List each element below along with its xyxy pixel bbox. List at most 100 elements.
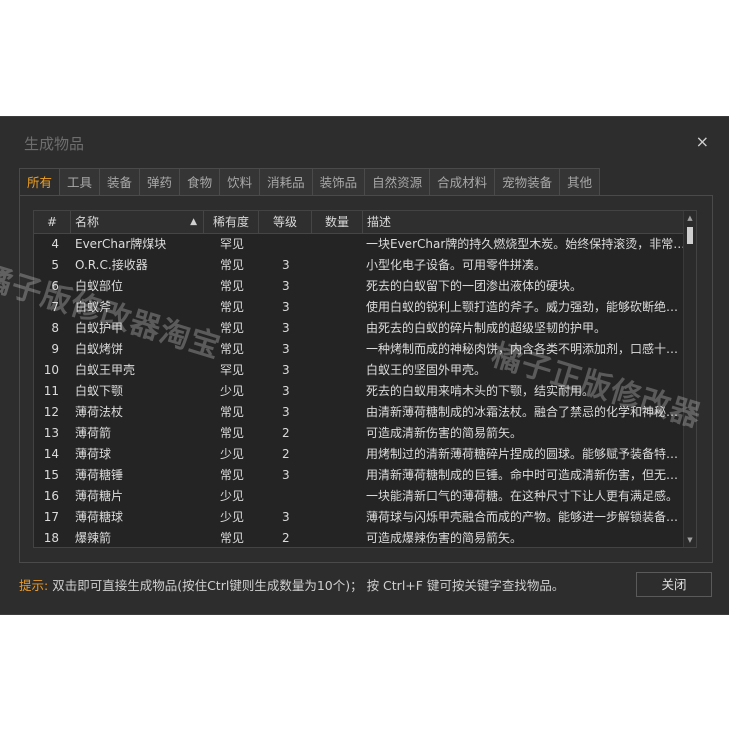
- cell-level: [259, 234, 312, 255]
- tab-11[interactable]: 其他: [559, 168, 601, 195]
- scroll-up-icon[interactable]: ▲: [684, 212, 696, 224]
- table-row[interactable]: 4 EverChar牌煤块 罕见 一块EverChar牌的持久燃烧型木炭。始终保持滚烫…: [34, 234, 696, 255]
- cell-level: 3: [282, 300, 290, 314]
- cell-qty: [312, 297, 363, 318]
- cell-num: 8: [51, 321, 59, 335]
- cell-level: 2: [282, 447, 290, 461]
- header-num[interactable]: #: [34, 211, 71, 233]
- header-level[interactable]: 等级: [259, 211, 312, 233]
- cell-rarity: 常见: [220, 426, 245, 440]
- cell-num: 5: [51, 258, 59, 272]
- cell-qty: [312, 507, 363, 528]
- dialog-title: 生成物品: [24, 135, 85, 153]
- tab-10[interactable]: 宠物装备: [494, 168, 561, 195]
- table-row[interactable]: 7 白蚁斧 常见 3 使用白蚁的锐利上颚打造的斧子。威力强劲，能够砍断绝…: [34, 297, 696, 318]
- vertical-scrollbar[interactable]: ▲ ▼: [683, 211, 696, 547]
- cell-desc: 用烤制过的清新薄荷糖碎片捏成的圆球。能够赋予装备特…: [366, 447, 679, 461]
- cell-qty: [312, 381, 363, 402]
- cell-qty: [312, 234, 363, 255]
- scrollbar-thumb[interactable]: [687, 227, 693, 244]
- cell-num: 11: [43, 384, 59, 398]
- tab-9[interactable]: 合成材料: [429, 168, 496, 195]
- cell-rarity: 少见: [220, 384, 245, 398]
- cell-rarity: 常见: [220, 279, 245, 293]
- cell-rarity: 少见: [220, 510, 245, 524]
- scroll-down-icon[interactable]: ▼: [684, 534, 696, 546]
- cell-rarity: 常见: [220, 468, 245, 482]
- cell-name: 白蚁烤饼: [75, 342, 124, 356]
- cell-qty: [312, 402, 363, 423]
- tab-4[interactable]: 食物: [179, 168, 221, 195]
- cell-desc: 使用白蚁的锐利上颚打造的斧子。威力强劲，能够砍断绝…: [366, 300, 679, 314]
- table-row[interactable]: 9 白蚁烤饼 常见 3 一种烤制而成的神秘肉饼，内含各类不明添加剂，口感十…: [34, 339, 696, 360]
- cell-level: 2: [282, 531, 290, 545]
- cell-rarity: 罕见: [220, 237, 245, 251]
- close-icon[interactable]: ×: [696, 132, 709, 151]
- cell-name: 白蚁斧: [75, 300, 112, 314]
- table-row[interactable]: 14 薄荷球 少见 2 用烤制过的清新薄荷糖碎片捏成的圆球。能够赋予装备特…: [34, 444, 696, 465]
- cell-qty: [312, 444, 363, 465]
- cell-name: 白蚁王甲壳: [75, 363, 136, 377]
- cell-qty: [312, 360, 363, 381]
- cell-qty: [312, 486, 363, 507]
- tab-2[interactable]: 装备: [99, 168, 141, 195]
- cell-level: 3: [282, 384, 290, 398]
- table-row[interactable]: 5 O.R.C.接收器 常见 3 小型化电子设备。可用零件拼凑。: [34, 255, 696, 276]
- cell-num: 18: [43, 531, 59, 545]
- table-row[interactable]: 6 白蚁部位 常见 3 死去的白蚁留下的一团渗出液体的硬块。: [34, 276, 696, 297]
- tab-6[interactable]: 消耗品: [259, 168, 313, 195]
- table-row[interactable]: 17 薄荷糖球 少见 3 薄荷球与闪烁甲壳融合而成的产物。能够进一步解锁装备…: [34, 507, 696, 528]
- tab-1[interactable]: 工具: [59, 168, 101, 195]
- header-desc[interactable]: 描述: [363, 211, 685, 233]
- cell-desc: 一种烤制而成的神秘肉饼，内含各类不明添加剂，口感十…: [366, 342, 679, 356]
- table-row[interactable]: 11 白蚁下颚 少见 3 死去的白蚁用来啃木头的下颚，结实耐用。: [34, 381, 696, 402]
- cell-desc: 死去的白蚁留下的一团渗出液体的硬块。: [366, 279, 583, 293]
- cell-rarity: 少见: [220, 489, 245, 503]
- cell-name: 薄荷糖锤: [75, 468, 124, 482]
- table-header: # 名称 ▲ 稀有度 等级 数量 描述: [34, 211, 696, 234]
- tip-text: 双击即可直接生成物品(按住Ctrl键则生成数量为10个)； 按 Ctrl+F 键…: [52, 578, 565, 593]
- header-qty[interactable]: 数量: [312, 211, 363, 233]
- cell-qty: [312, 528, 363, 547]
- table-row[interactable]: 10 白蚁王甲壳 罕见 3 白蚁王的坚固外甲壳。: [34, 360, 696, 381]
- cell-num: 9: [51, 342, 59, 356]
- cell-num: 12: [43, 405, 59, 419]
- tab-5[interactable]: 饮料: [219, 168, 261, 195]
- cell-name: 薄荷箭: [75, 426, 112, 440]
- tab-3[interactable]: 弹药: [139, 168, 181, 195]
- cell-num: 16: [43, 489, 59, 503]
- table-row[interactable]: 8 白蚁护甲 常见 3 由死去的白蚁的碎片制成的超级坚韧的护甲。: [34, 318, 696, 339]
- table-body: 4 EverChar牌煤块 罕见 一块EverChar牌的持久燃烧型木炭。始终保持滚烫…: [34, 234, 696, 547]
- cell-desc: 可造成爆辣伤害的简易箭矢。: [366, 531, 523, 545]
- header-name[interactable]: 名称 ▲: [71, 211, 204, 233]
- cell-name: EverChar牌煤块: [75, 237, 167, 251]
- tab-0[interactable]: 所有: [19, 168, 61, 195]
- cell-level: 3: [282, 405, 290, 419]
- cell-rarity: 常见: [220, 321, 245, 335]
- cell-rarity: 常见: [220, 300, 245, 314]
- cell-name: 白蚁护甲: [75, 321, 124, 335]
- cell-desc: 一块能清新口气的薄荷糖。在这种尺寸下让人更有满足感。: [366, 489, 679, 503]
- header-rarity[interactable]: 稀有度: [204, 211, 259, 233]
- tab-7[interactable]: 装饰品: [311, 168, 366, 195]
- close-button[interactable]: 关闭: [636, 572, 712, 597]
- cell-name: 薄荷糖球: [75, 510, 124, 524]
- cell-name: 白蚁部位: [75, 279, 124, 293]
- cell-qty: [312, 423, 363, 444]
- table-row[interactable]: 18 爆辣箭 常见 2 可造成爆辣伤害的简易箭矢。: [34, 528, 696, 547]
- cell-name: 薄荷球: [75, 447, 112, 461]
- cell-num: 6: [51, 279, 59, 293]
- table-row[interactable]: 16 薄荷糖片 少见 一块能清新口气的薄荷糖。在这种尺寸下让人更有满足感。: [34, 486, 696, 507]
- cell-rarity: 常见: [220, 342, 245, 356]
- tab-8[interactable]: 自然资源: [364, 168, 431, 195]
- table-row[interactable]: 13 薄荷箭 常见 2 可造成清新伤害的简易箭矢。: [34, 423, 696, 444]
- table-row[interactable]: 15 薄荷糖锤 常见 3 用清新薄荷糖制成的巨锤。命中时可造成清新伤害，但无…: [34, 465, 696, 486]
- cell-desc: 小型化电子设备。可用零件拼凑。: [366, 258, 547, 272]
- cell-level: 3: [282, 510, 290, 524]
- cell-name: 白蚁下颚: [75, 384, 124, 398]
- cell-level: 3: [282, 342, 290, 356]
- spawn-items-dialog: 生成物品 × 所有 工具 装备 弹药 食物 饮料 消耗品 装饰品 自然资源 合成材料 宠物装备 其他 …: [0, 116, 729, 615]
- cell-rarity: 常见: [220, 531, 245, 545]
- table-row[interactable]: 12 薄荷法杖 常见 3 由清新薄荷糖制成的冰霜法杖。融合了禁忌的化学和神秘…: [34, 402, 696, 423]
- cell-name: 薄荷法杖: [75, 405, 124, 419]
